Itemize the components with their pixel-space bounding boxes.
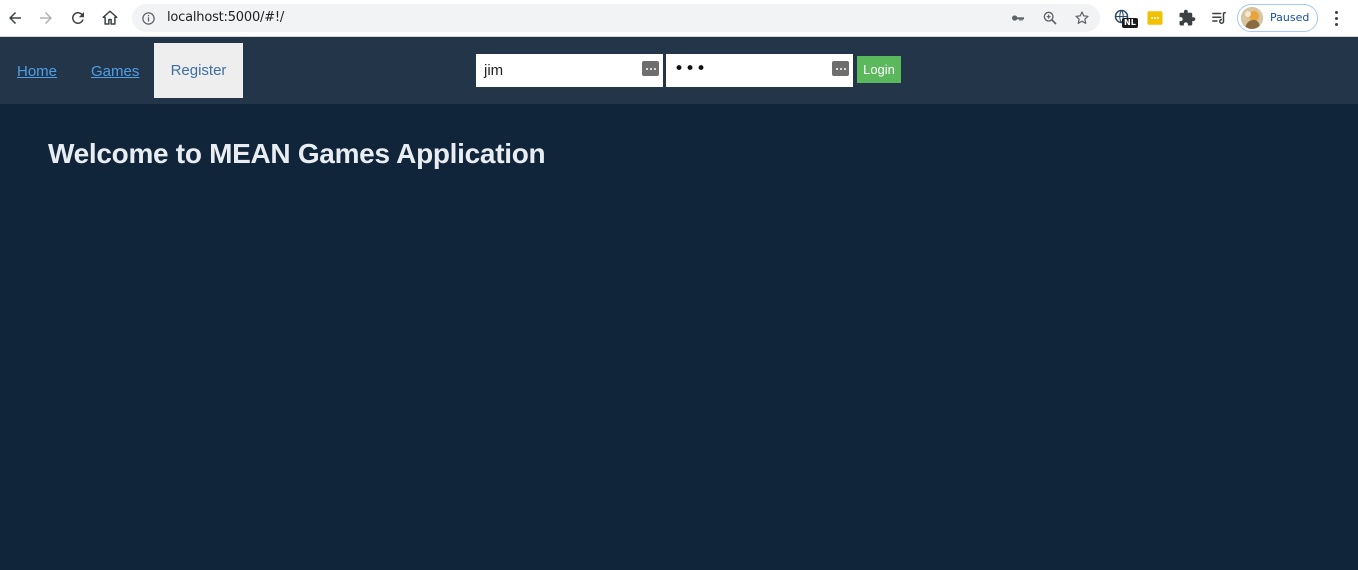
url-text[interactable]: localhost:5000/#!/ [167,10,284,25]
username-value[interactable]: jim [484,62,503,79]
forward-icon[interactable] [34,6,58,30]
avatar [1241,7,1263,29]
profile-button[interactable]: Paused [1237,4,1318,32]
nav-link-register[interactable]: Register [154,43,243,98]
password-extension-icon[interactable] [1145,8,1165,28]
reload-icon[interactable] [66,6,90,30]
password-input[interactable]: ••• [666,54,853,87]
reading-list-icon[interactable] [1209,8,1229,28]
browser-menu-icon[interactable] [1328,8,1344,28]
translate-extension-icon[interactable]: NL [1113,8,1138,28]
nav-link-home[interactable]: Home [17,63,57,80]
password-manager-icon[interactable] [832,61,849,76]
extension-badge: NL [1122,18,1138,28]
nav-link-games[interactable]: Games [91,63,139,80]
key-icon[interactable] [1009,9,1027,27]
extensions-puzzle-icon[interactable] [1177,8,1197,28]
back-icon[interactable] [3,6,27,30]
browser-toolbar: localhost:5000/#!/ NL Paused [0,0,1358,37]
login-button[interactable]: Login [857,56,901,83]
zoom-icon[interactable] [1041,9,1059,27]
password-mask[interactable]: ••• [674,59,707,79]
nav-link-register-label: Register [170,62,227,79]
profile-status: Paused [1270,11,1310,24]
app-navbar: Home Games Register jim ••• Login [0,37,1358,104]
page-title: Welcome to MEAN Games Application [48,138,546,169]
bookmark-star-icon[interactable] [1073,9,1091,27]
address-bar[interactable]: localhost:5000/#!/ [132,4,1100,32]
site-info-icon[interactable] [140,10,156,26]
main-content: Welcome to MEAN Games Application [0,104,1358,570]
home-icon[interactable] [98,6,122,30]
username-input[interactable]: jim [476,54,663,87]
password-manager-icon[interactable] [642,61,659,76]
